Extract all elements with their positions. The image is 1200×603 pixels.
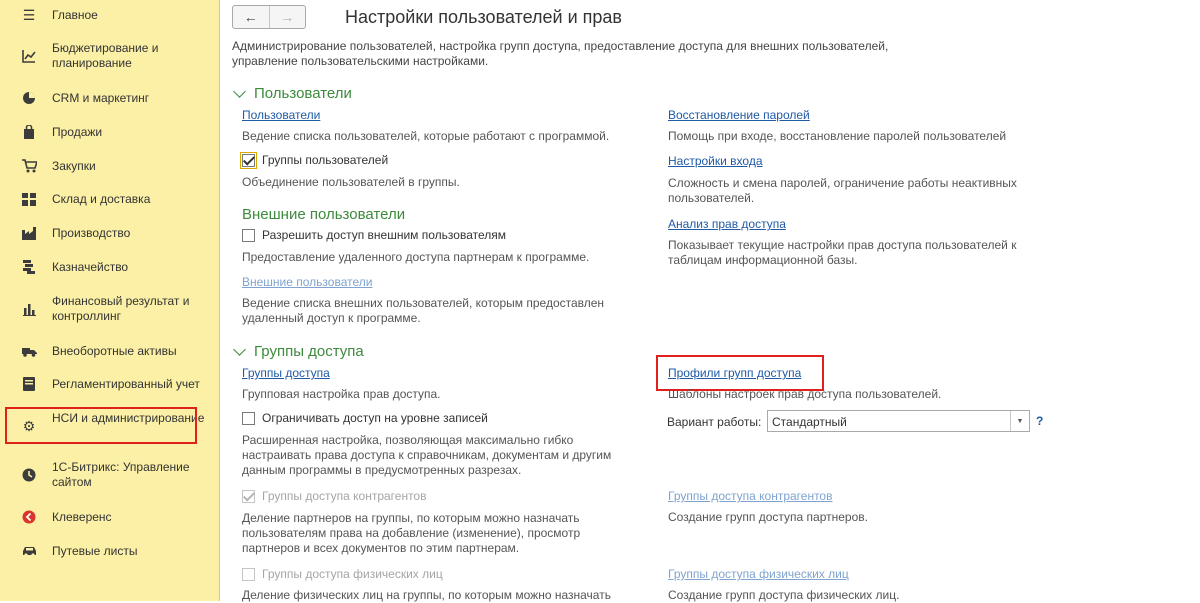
password-recovery-link[interactable]: Восстановление паролей <box>668 108 810 122</box>
admin-highlight-frame <box>5 407 197 444</box>
sidebar-item-crm[interactable]: CRM и маркетинг <box>0 90 219 106</box>
contractor-groups-link[interactable]: Группы доступа контрагентов <box>668 489 832 503</box>
users-desc: Ведение списка пользователей, которые ра… <box>242 129 610 143</box>
contractor-groups-desc: Деление партнеров на группы, по которым … <box>242 511 581 555</box>
contractor-groups-label: Группы доступа контрагентов <box>262 489 427 503</box>
sidebar-item-label: Склад и доставка <box>52 192 151 206</box>
password-recovery-desc: Помощь при входе, восстановление паролей… <box>668 129 1007 143</box>
sidebar-item-label: Путевые листы <box>52 544 138 558</box>
users-section-title: Пользователи <box>254 85 352 102</box>
sidebar-item-label: Закупки <box>52 159 96 173</box>
sections-sidebar: ☰ Главное Бюджетирование и планирование … <box>0 0 220 601</box>
user-groups-checkbox[interactable] <box>240 151 257 169</box>
access-analysis-desc: Показывает текущие настройки прав доступ… <box>668 238 1017 267</box>
sidebar-item-waybills[interactable]: Путевые листы <box>0 543 219 559</box>
individual-groups-checkbox-row[interactable]: Группы доступа физических лиц <box>242 567 443 581</box>
sidebar-item-production[interactable]: Производство <box>0 225 219 241</box>
access-groups-section-title: Группы доступа <box>254 343 364 360</box>
access-analysis-link[interactable]: Анализ прав доступа <box>668 217 786 231</box>
sidebar-item-fixed-assets[interactable]: Внеоборотные активы <box>0 343 219 359</box>
external-users-desc: Ведение списка внешних пользователей, ко… <box>242 296 605 325</box>
car-icon <box>21 543 37 559</box>
sidebar-item-label: Бюджетирование и планирование <box>52 41 159 70</box>
sidebar-item-cleverence[interactable]: Клеверенс <box>0 509 219 525</box>
record-level-label: Ограничивать доступ на уровне записей <box>262 411 488 425</box>
cart-icon <box>21 158 37 174</box>
page-title: Настройки пользователей и прав <box>345 7 622 27</box>
truck-icon <box>21 343 37 359</box>
access-groups-desc: Групповая настройка прав доступа. <box>242 387 441 401</box>
sidebar-item-budgeting[interactable]: Бюджетирование и планирование <box>0 40 219 72</box>
bitrix-icon <box>21 467 37 483</box>
sidebar-item-treasury[interactable]: Казначейство <box>0 259 219 275</box>
dropdown-arrow-icon[interactable]: ▼ <box>1010 411 1029 431</box>
login-settings-link[interactable]: Настройки входа <box>668 154 763 168</box>
coins-icon <box>21 259 37 275</box>
access-profiles-link[interactable]: Профили групп доступа <box>668 366 801 380</box>
book-icon <box>21 376 37 392</box>
contractor-groups-checkbox-row[interactable]: Группы доступа контрагентов <box>242 489 426 503</box>
sidebar-item-label: Финансовый результат и контроллинг <box>52 294 190 323</box>
chart-line-icon <box>21 48 37 64</box>
help-icon[interactable]: ? <box>1036 414 1043 428</box>
external-users-link[interactable]: Внешние пользователи <box>242 275 372 289</box>
work-mode-select[interactable]: Стандартный ▼ <box>767 410 1030 432</box>
external-access-label: Разрешить доступ внешним пользователям <box>262 228 507 242</box>
login-settings-desc: Сложность и смена паролей, ограничение р… <box>668 176 1017 205</box>
cleverence-icon <box>21 509 37 525</box>
individual-groups-checkbox[interactable] <box>242 567 255 581</box>
chevron-down-icon <box>233 84 246 98</box>
sidebar-item-sales[interactable]: Продажи <box>0 124 219 140</box>
contractor-groups-link-desc: Создание групп доступа партнеров. <box>668 510 868 524</box>
external-access-checkbox-row[interactable]: Разрешить доступ внешним пользователям <box>242 228 506 242</box>
external-access-checkbox[interactable] <box>242 228 255 242</box>
record-level-checkbox[interactable] <box>242 411 255 425</box>
sidebar-item-label: Продажи <box>52 125 103 139</box>
sidebar-item-label: Регламентированный учет <box>52 377 200 391</box>
sidebar-item-purchases[interactable]: Закупки <box>0 158 219 174</box>
forward-button[interactable]: → <box>268 6 306 28</box>
sidebar-item-warehouse[interactable]: Склад и доставка <box>0 191 219 207</box>
record-level-checkbox-row[interactable]: Ограничивать доступ на уровне записей <box>242 411 488 425</box>
sidebar-item-label: CRM и маркетинг <box>52 91 150 105</box>
warehouse-icon <box>21 191 37 207</box>
sidebar-item-label: 1С-Битрикс: Управление сайтом <box>52 460 190 489</box>
sidebar-item-label: Главное <box>52 8 98 22</box>
individual-groups-label: Группы доступа физических лиц <box>262 567 443 581</box>
hamburger-icon: ☰ <box>22 6 36 23</box>
user-groups-checkbox-row[interactable]: Группы пользователей <box>240 151 389 169</box>
contractor-groups-checkbox[interactable] <box>242 489 255 503</box>
back-button[interactable]: ← <box>233 6 269 28</box>
work-mode-value: Стандартный <box>772 415 847 429</box>
history-nav: ← → <box>232 5 306 29</box>
sidebar-item-label: Производство <box>52 226 131 240</box>
bar-chart-icon <box>21 301 37 317</box>
users-link[interactable]: Пользователи <box>242 108 320 122</box>
bag-icon <box>21 124 37 140</box>
access-groups-section-header[interactable]: Группы доступа <box>232 342 364 360</box>
sidebar-item-financial-result[interactable]: Финансовый результат и контроллинг <box>0 293 219 325</box>
chevron-down-icon <box>233 342 246 356</box>
pie-icon <box>21 90 37 106</box>
user-groups-label: Группы пользователей <box>262 153 389 167</box>
work-mode-label: Вариант работы: <box>667 415 762 429</box>
page-description: Администрирование пользователей, настрой… <box>232 39 889 68</box>
sidebar-item-regulated-accounting[interactable]: Регламентированный учет <box>0 376 219 392</box>
sidebar-item-bitrix[interactable]: 1С-Битрикс: Управление сайтом <box>0 459 219 491</box>
sidebar-item-main[interactable]: ☰ Главное <box>0 7 219 23</box>
external-access-desc: Предоставление удаленного доступа партне… <box>242 250 590 264</box>
user-groups-desc: Объединение пользователей в группы. <box>242 175 460 189</box>
access-profiles-desc: Шаблоны настроек прав доступа пользовате… <box>668 387 942 401</box>
access-groups-link[interactable]: Группы доступа <box>242 366 330 380</box>
users-section-header[interactable]: Пользователи <box>232 84 352 102</box>
factory-icon <box>21 225 37 241</box>
sidebar-item-label: Казначейство <box>52 260 129 274</box>
sidebar-item-label: Клеверенс <box>52 510 112 524</box>
sidebar-item-label: Внеоборотные активы <box>52 344 177 358</box>
record-level-desc: Расширенная настройка, позволяющая макси… <box>242 433 612 477</box>
external-users-title: Внешние пользователи <box>242 206 406 223</box>
individual-groups-link[interactable]: Группы доступа физических лиц <box>668 567 849 581</box>
